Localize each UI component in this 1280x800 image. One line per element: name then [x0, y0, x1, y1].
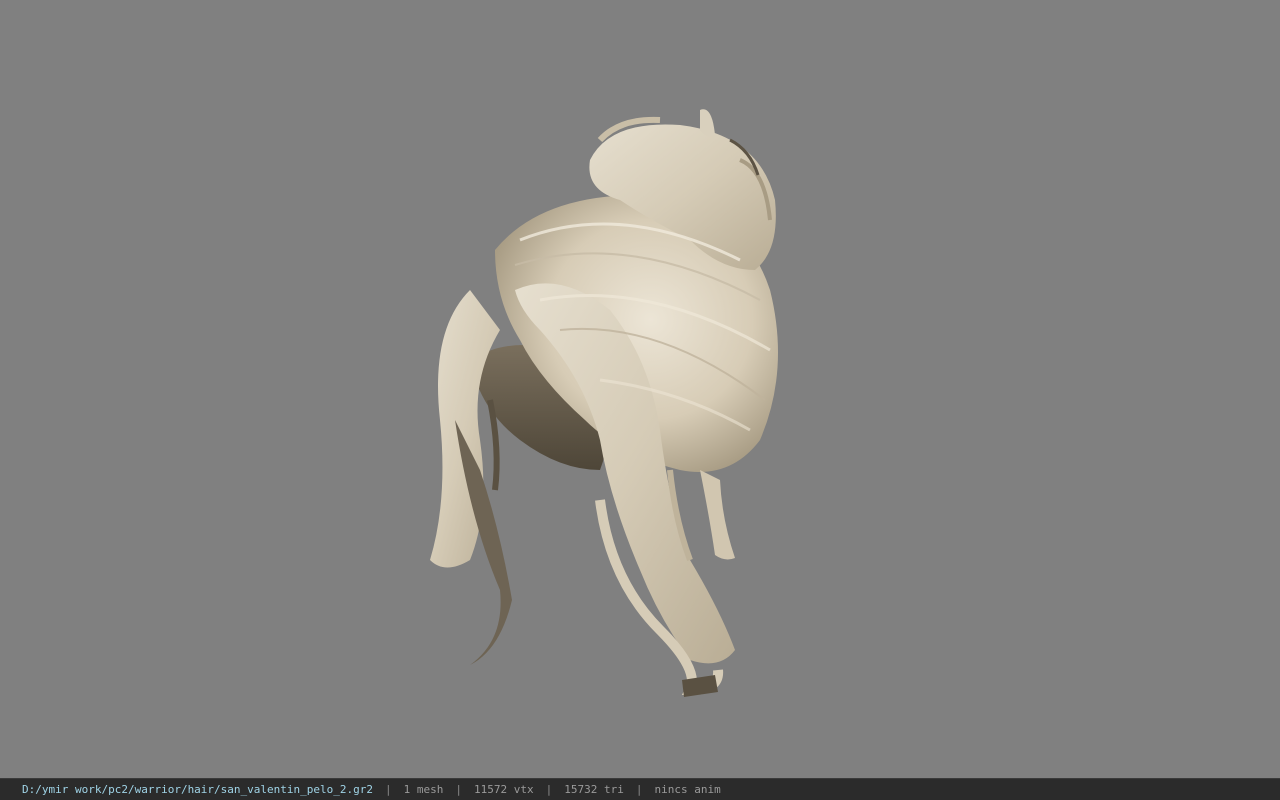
hair-model-render [430, 109, 778, 697]
3d-viewport[interactable] [0, 0, 1280, 778]
separator: | [385, 783, 392, 796]
triangle-count: 15732 tri [564, 783, 624, 796]
status-bar: D:/ymir work/pc2/warrior/hair/san_valent… [0, 778, 1280, 800]
file-path: D:/ymir work/pc2/warrior/hair/san_valent… [22, 783, 373, 796]
separator: | [545, 783, 553, 796]
vertex-count: 11572 vtx [474, 783, 534, 796]
mesh-count: 1 mesh [403, 783, 444, 796]
separator: | [635, 783, 643, 796]
separator: | [455, 783, 462, 796]
animation-status: nincs anim [654, 783, 721, 796]
